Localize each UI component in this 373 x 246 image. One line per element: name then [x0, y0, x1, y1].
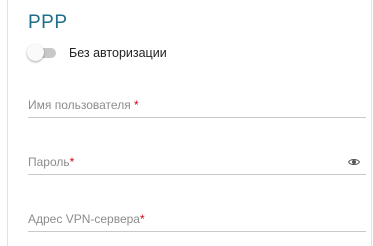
section-title: PPP [28, 12, 68, 33]
vpn-server-field[interactable]: Адрес VPN-сервера* [28, 209, 366, 232]
required-marker: * [130, 98, 139, 112]
required-marker: * [69, 155, 75, 169]
required-marker: * [139, 212, 145, 226]
ppp-settings-panel: PPP Без авторизации Имя пользователя * П… [7, 0, 372, 246]
username-label: Имя пользователя * [28, 98, 139, 112]
password-field[interactable]: Пароль* [28, 152, 366, 175]
vpn-server-label: Адрес VPN-сервера* [28, 212, 145, 226]
password-label: Пароль* [28, 155, 75, 169]
no-auth-toggle-row[interactable]: Без авторизации [27, 42, 167, 64]
no-auth-toggle[interactable] [27, 44, 57, 62]
eye-icon[interactable] [348, 158, 360, 166]
toggle-knob [27, 44, 44, 61]
username-field[interactable]: Имя пользователя * [28, 95, 366, 118]
no-auth-toggle-label: Без авторизации [69, 46, 167, 60]
